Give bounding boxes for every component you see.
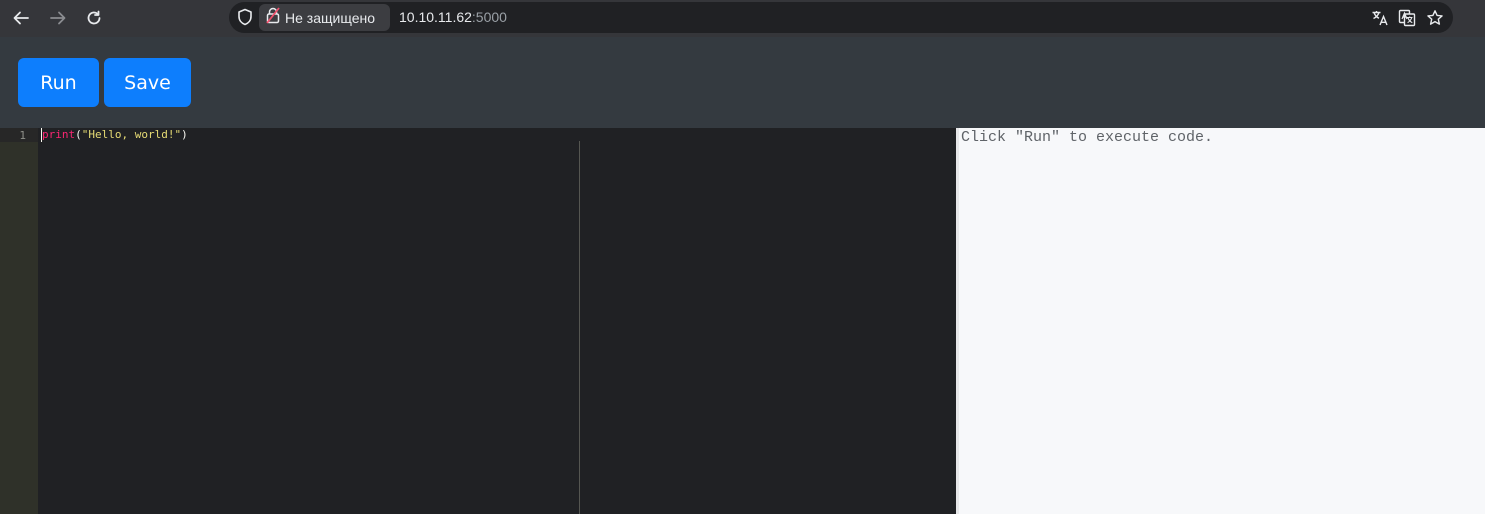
security-indicator[interactable]: Не защищено bbox=[259, 4, 390, 31]
print-margin-line bbox=[579, 141, 580, 514]
lock-icon bbox=[266, 7, 280, 28]
url-port: :5000 bbox=[471, 9, 507, 25]
security-label: Не защищено bbox=[285, 9, 375, 26]
shield-icon[interactable] bbox=[237, 8, 253, 30]
code-line[interactable]: print("Hello, world!") bbox=[42, 128, 188, 142]
app-toolbar: Run Save bbox=[0, 37, 1485, 128]
address-bar[interactable]: Не защищено 10.10.11.62:5000 bbox=[229, 2, 1453, 33]
translate-icon[interactable] bbox=[1369, 7, 1391, 29]
output-placeholder: Click "Run" to execute code. bbox=[961, 129, 1214, 146]
reload-icon[interactable] bbox=[82, 6, 106, 30]
code-token-string: "Hello, world!" bbox=[81, 128, 182, 141]
bookmark-star-icon[interactable] bbox=[1424, 7, 1446, 29]
google-translate-icon[interactable] bbox=[1396, 7, 1418, 29]
text-cursor bbox=[41, 128, 42, 142]
back-arrow-icon[interactable] bbox=[9, 6, 33, 30]
output-panel: Click "Run" to execute code. bbox=[959, 128, 1485, 514]
line-number: 1 bbox=[19, 129, 26, 142]
save-button[interactable]: Save bbox=[104, 58, 191, 107]
code-editor[interactable]: 1 print("Hello, world!") bbox=[0, 128, 956, 514]
url-text[interactable]: 10.10.11.62:5000 bbox=[399, 9, 507, 25]
editor-gutter: 1 bbox=[0, 128, 38, 514]
browser-toolbar: Не защищено 10.10.11.62:5000 bbox=[0, 0, 1485, 37]
code-token-paren-close: ) bbox=[181, 128, 188, 141]
url-host: 10.10.11.62 bbox=[399, 9, 472, 25]
forward-arrow-icon[interactable] bbox=[46, 6, 70, 30]
code-token-function: print bbox=[42, 128, 76, 141]
run-button[interactable]: Run bbox=[18, 58, 99, 107]
code-token-paren-open: ( bbox=[75, 128, 82, 141]
